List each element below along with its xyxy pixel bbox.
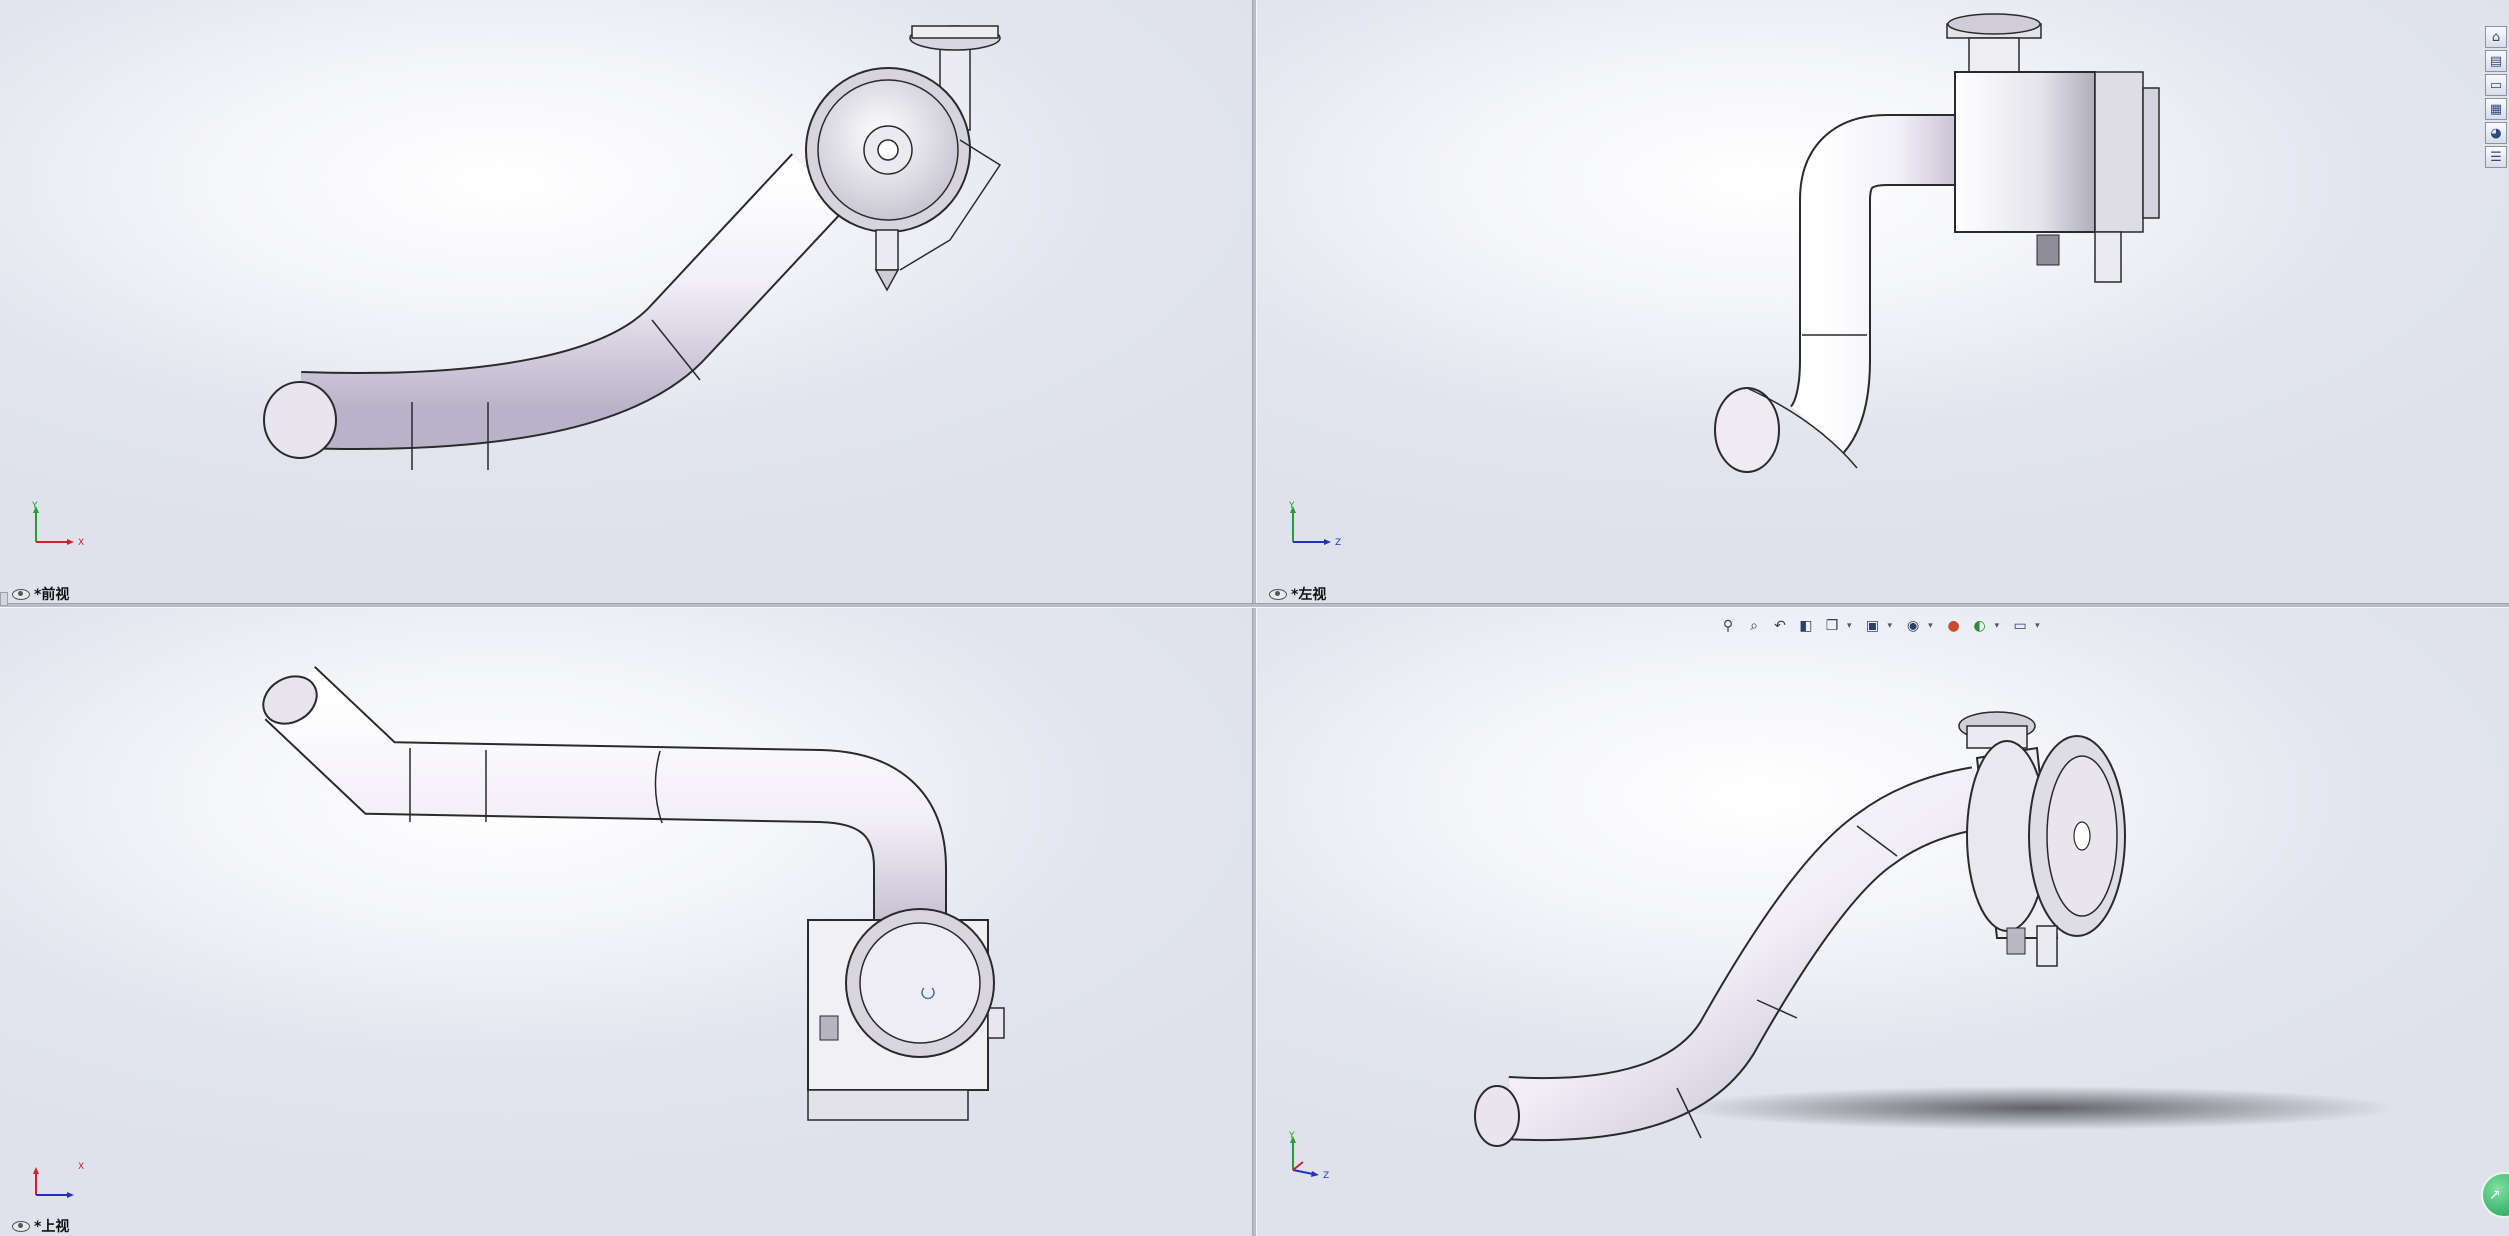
axis-label-v: Y <box>1288 1131 1295 1141</box>
home-icon[interactable]: ⌂ <box>2485 26 2507 48</box>
file-explorer-icon[interactable]: ▭ <box>2485 74 2507 96</box>
axis-label-h: Z <box>1335 538 1341 548</box>
axis-label-v: Y <box>31 501 38 511</box>
view-name: *左视 <box>1291 587 1327 603</box>
viewport-splitter-vertical[interactable] <box>1252 0 1257 1236</box>
model-top-view[interactable] <box>0 608 1252 1236</box>
eye-icon <box>12 1220 30 1232</box>
custom-properties-icon[interactable]: ☰ <box>2485 146 2507 168</box>
tree-flyout-tab[interactable] <box>0 592 8 606</box>
axis-triad-top: X <box>33 1162 84 1198</box>
appearances-icon[interactable]: ◕ <box>2485 122 2507 144</box>
model-left-view[interactable] <box>1257 0 2509 603</box>
model-isometric-view[interactable] <box>1257 608 2509 1236</box>
axis-label-v: Y <box>1288 501 1295 511</box>
axis-triad-front: Y X <box>31 501 84 548</box>
viewport-isometric[interactable]: ⚲ ⌕ ↶ ◧ ❒ ▾ ▣ ▾ ◉ ▾ ● ◐ ▾ ▭ ▾ Y Z ↗ <box>1257 608 2509 1236</box>
task-pane-tabs[interactable]: ⌂ ▤ ▭ ▦ ◕ ☰ <box>2485 26 2509 168</box>
axis-triad-left: Y Z <box>1288 501 1341 548</box>
view-palette-icon[interactable]: ▦ <box>2485 98 2507 120</box>
eye-icon <box>12 588 30 600</box>
model-front-view[interactable] <box>0 0 1252 603</box>
viewport-front[interactable]: Y X *前视 <box>0 0 1252 603</box>
eye-icon <box>1269 588 1287 600</box>
viewport-splitter-horizontal[interactable] <box>0 603 2509 608</box>
view-label-front[interactable]: *前视 <box>12 584 69 603</box>
axis-triad-isometric: Y Z <box>1288 1131 1329 1178</box>
view-label-left[interactable]: *左视 <box>1269 584 1326 603</box>
viewport-left[interactable]: Y Z *左视 ⌂ ▤ ▭ ▦ ◕ ☰ <box>1257 0 2509 603</box>
view-name: *上视 <box>34 1219 70 1235</box>
view-name: *前视 <box>34 587 70 603</box>
view-label-top[interactable]: *上视 <box>12 1216 69 1236</box>
axis-label-h: X <box>78 538 84 548</box>
axis-label-h: Z <box>1323 1171 1329 1178</box>
axis-label-h: X <box>78 1162 84 1172</box>
viewport-top[interactable]: X *上视 <box>0 608 1252 1236</box>
design-library-icon[interactable]: ▤ <box>2485 50 2507 72</box>
